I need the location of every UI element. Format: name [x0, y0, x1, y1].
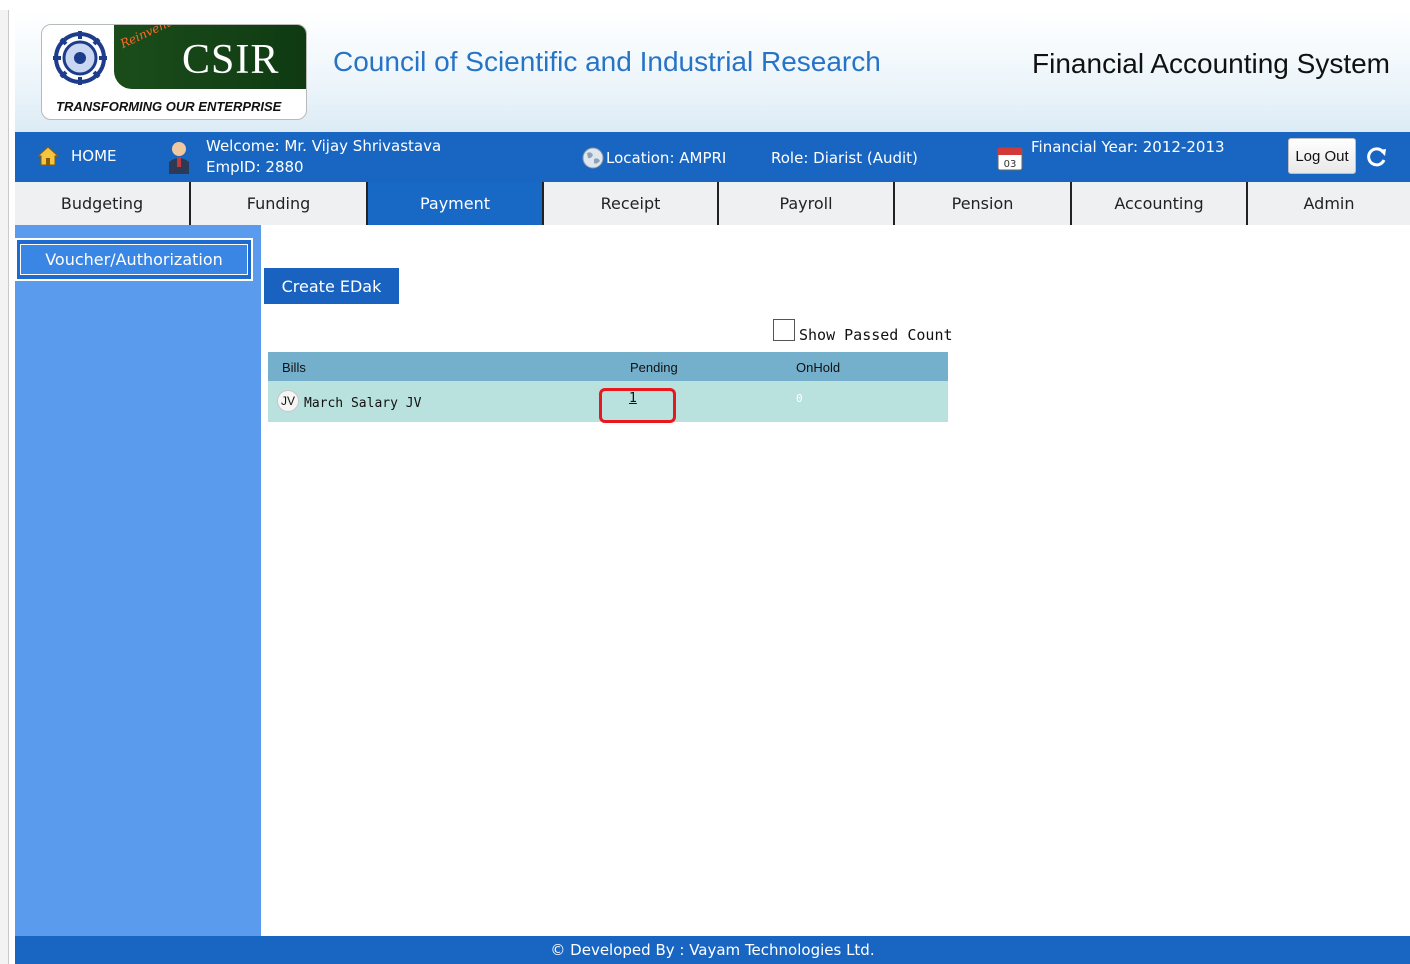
home-label: HOME: [71, 147, 117, 165]
menu-funding[interactable]: Funding: [191, 182, 368, 225]
logo-csir-text: CSIR: [182, 37, 280, 83]
csir-emblem-icon: [53, 31, 107, 85]
header: Reinventing CSIR TRANSFORMING OUR ENTERP…: [15, 12, 1410, 132]
menu-payroll[interactable]: Payroll: [719, 182, 895, 225]
home-icon: [37, 146, 59, 166]
pending-highlight-box: [599, 388, 676, 423]
col-onhold: OnHold: [796, 360, 841, 375]
logo-tagline: TRANSFORMING OUR ENTERPRISE: [56, 99, 282, 114]
footer: © Developed By : Vayam Technologies Ltd.: [15, 936, 1410, 964]
main-menu: Budgeting Funding Payment Receipt Payrol…: [15, 182, 1410, 225]
info-bar: HOME Welcome: Mr. Vijay Shrivastava EmpI…: [15, 132, 1410, 182]
window-left-edge: [0, 10, 8, 964]
location-info: Location: AMPRI: [582, 147, 726, 169]
sidebar-item-label: Voucher/Authorization: [20, 244, 248, 275]
bill-name: March Salary JV: [304, 396, 422, 411]
col-pending: Pending: [630, 360, 678, 375]
role-text: Role: Diarist (Audit): [771, 149, 918, 167]
menu-receipt[interactable]: Receipt: [544, 182, 719, 225]
system-title: Financial Accounting System: [1032, 48, 1390, 79]
show-passed-label: Show Passed Count: [799, 326, 953, 344]
bills-table: Bills Pending OnHold JV March Salary JV …: [268, 352, 948, 423]
menu-payment[interactable]: Payment: [368, 182, 544, 225]
menu-pension[interactable]: Pension: [895, 182, 1072, 225]
menu-admin[interactable]: Admin: [1248, 182, 1410, 225]
menu-budgeting[interactable]: Budgeting: [15, 182, 191, 225]
create-edak-button[interactable]: Create EDak: [264, 268, 399, 304]
welcome-text: Welcome: Mr. Vijay Shrivastava: [206, 137, 442, 155]
org-title: Council of Scientific and Industrial Res…: [333, 46, 881, 77]
menu-accounting[interactable]: Accounting: [1072, 182, 1248, 225]
onhold-count: 0: [796, 392, 803, 405]
calendar-day: 03: [1004, 159, 1017, 170]
jv-badge-icon: JV: [277, 390, 299, 412]
globe-icon: [582, 147, 604, 169]
empid-text: EmpID: 2880: [206, 158, 304, 176]
sidebar-item-voucher-authorization[interactable]: Voucher/Authorization: [15, 238, 253, 281]
csir-logo: Reinventing CSIR TRANSFORMING OUR ENTERP…: [41, 24, 307, 120]
table-header: Bills Pending OnHold: [268, 352, 948, 381]
logout-button[interactable]: Log Out: [1288, 138, 1356, 174]
user-info: Welcome: Mr. Vijay Shrivastava EmpID: 28…: [206, 136, 441, 178]
refresh-icon[interactable]: [1365, 145, 1389, 169]
financial-year-text: Financial Year: 2012-2013: [1031, 138, 1225, 156]
calendar-icon: 03: [997, 147, 1023, 171]
user-avatar-icon: [169, 142, 189, 174]
col-bills: Bills: [282, 360, 306, 375]
location-text: Location: AMPRI: [606, 149, 727, 167]
sidebar: Voucher/Authorization: [15, 225, 261, 936]
home-link[interactable]: HOME: [37, 146, 117, 166]
show-passed-checkbox[interactable]: [773, 319, 795, 341]
show-passed-count: Show Passed Count: [773, 319, 953, 344]
